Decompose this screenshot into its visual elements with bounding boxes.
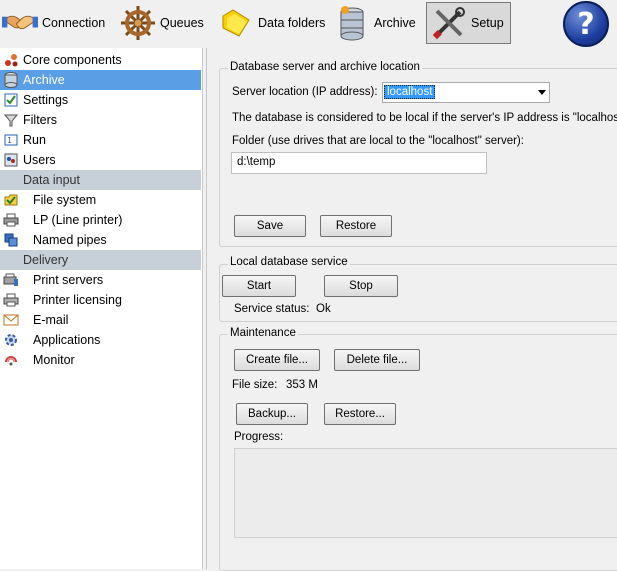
connection-label: Connection [42,16,106,30]
queues-button[interactable]: Queues [120,2,204,44]
chevron-down-icon [538,90,546,95]
printer-icon [3,212,19,228]
sidebar-item-print-servers[interactable]: Print servers [0,270,201,290]
setup-button[interactable]: Setup [426,2,511,44]
service-status-value: Ok [316,303,331,315]
restore-location-button[interactable]: Restore [320,215,392,237]
maintenance-group: Maintenance Create file... Delete file..… [219,327,617,571]
folder-icon [218,5,254,41]
sidebar-item-printer-licensing[interactable]: Printer licensing [0,290,201,310]
stop-button[interactable]: Stop [324,275,398,297]
applications-icon [3,332,19,348]
save-button[interactable]: Save [234,215,306,237]
data-folders-button[interactable]: Data folders [218,2,325,44]
data-folders-label: Data folders [258,16,326,30]
filter-icon [3,112,19,128]
sidebar-item-users[interactable]: Users [0,150,201,170]
folder-label: Folder (use drives that are local to the… [232,135,524,147]
local-database-service-title: Local database service [228,256,350,268]
file-size-label: File size: [232,379,278,391]
sidebar-item-monitor[interactable]: Monitor [0,350,201,370]
sidebar-item-filters[interactable]: Filters [0,110,201,130]
sidebar-item-run[interactable]: 1 Run [0,130,201,150]
sidebar-item-file-system[interactable]: File system [0,190,201,210]
connection-button[interactable]: Connection [2,2,105,44]
server-location-label: Server location (IP address): [232,86,378,98]
backup-button[interactable]: Backup... [236,403,308,425]
sidebar: Core components Archive Settings Filters… [0,48,203,569]
service-status-label: Service status: [234,303,310,315]
maintenance-title: Maintenance [228,327,298,339]
create-file-button[interactable]: Create file... [234,349,320,371]
sidebar-item-core-components[interactable]: Core components [0,50,201,70]
queues-label: Queues [160,16,204,30]
printer-licensing-icon [3,292,19,308]
run-icon: 1 [3,132,19,148]
ship-wheel-icon [120,5,156,41]
database-server-group-title: Database server and archive location [228,61,422,73]
sidebar-item-named-pipes[interactable]: Named pipes [0,230,201,250]
sidebar-item-applications[interactable]: Applications [0,330,201,350]
core-components-icon [3,52,19,68]
print-server-icon [3,272,19,288]
main-panel: Database server and archive location Ser… [206,48,617,571]
tools-icon [431,5,467,41]
users-icon [3,152,19,168]
local-database-service-group: Local database service Start Stop Servic… [219,256,617,322]
progress-area [234,448,617,538]
folder-input[interactable]: d:\temp [231,152,487,174]
sidebar-item-archive[interactable]: Archive [0,70,201,90]
email-icon [3,312,19,328]
sidebar-item-email[interactable]: E-mail [0,310,201,330]
start-button[interactable]: Start [222,275,296,297]
local-database-note: The database is considered to be local i… [232,112,617,124]
svg-text:1: 1 [7,136,12,145]
archive-label: Archive [374,16,416,30]
database-icon [3,72,19,88]
data-input-header: Data input [0,170,201,190]
delivery-header: Delivery [0,250,201,270]
restore-backup-button[interactable]: Restore... [324,403,396,425]
database-server-group: Database server and archive location Ser… [219,61,617,247]
file-system-icon [3,192,19,208]
setup-label: Setup [471,16,504,30]
database-icon [334,5,370,41]
server-location-value: localhost [384,85,436,99]
file-size-value: 353 M [286,379,318,391]
monitor-icon [3,352,19,368]
folder-value: d:\temp [237,156,276,168]
help-button[interactable]: ? [563,1,609,47]
sidebar-item-lp[interactable]: LP (Line printer) [0,210,201,230]
archive-button[interactable]: Archive [334,2,416,44]
progress-label: Progress: [234,431,284,443]
delete-file-button[interactable]: Delete file... [334,349,420,371]
handshake-icon [2,5,38,41]
server-location-select[interactable]: localhost [382,82,550,103]
sidebar-item-settings[interactable]: Settings [0,90,201,110]
toolbar: Connection Queues Data folders Archive S… [0,0,617,48]
help-icon: ? [577,6,595,42]
named-pipes-icon [3,232,19,248]
settings-icon [3,92,19,108]
